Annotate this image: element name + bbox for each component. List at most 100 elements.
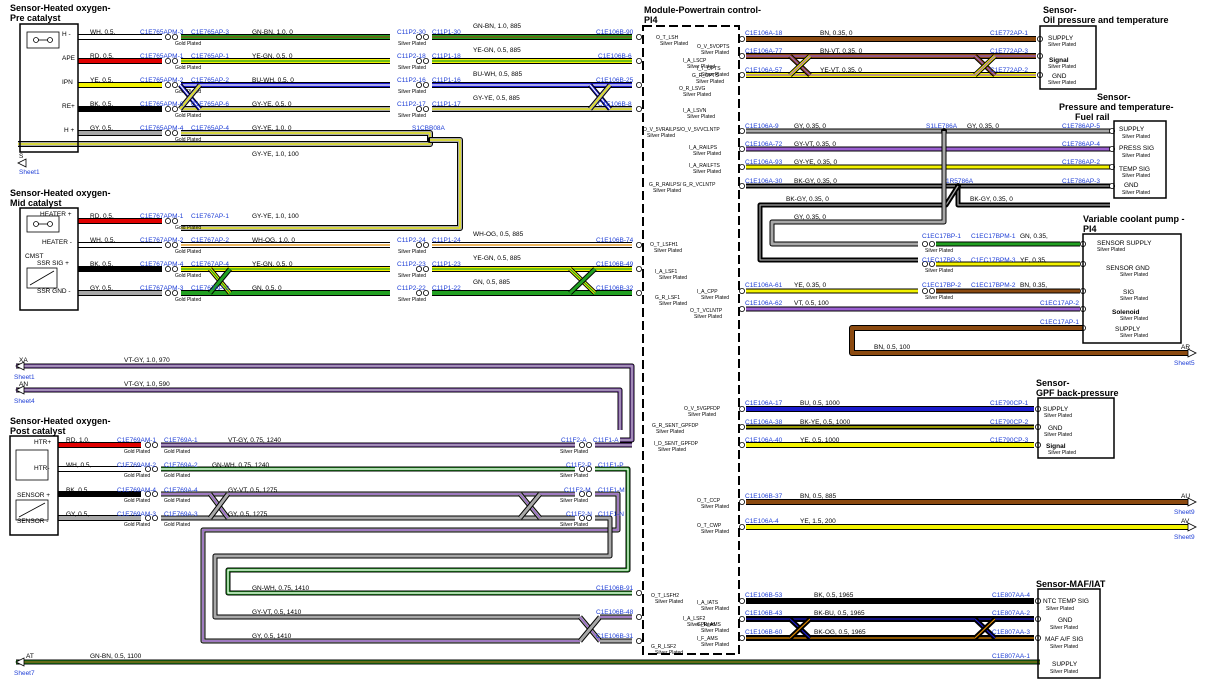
connector-label: C1EC17BP-2 (922, 282, 961, 289)
pin-connector (636, 34, 643, 41)
rail-pin-gnd: GND (1124, 182, 1139, 189)
connector-label: C1E106B-60 (745, 629, 783, 636)
wire-spec: GY-YE, 0.5, 0 (252, 101, 292, 108)
plating-label: Silver Plated (659, 275, 687, 281)
plating-label: Silver Plated (560, 473, 588, 479)
connector-label: C11P1-18 (432, 53, 461, 60)
connector-label: C1E769AM-1 (117, 437, 156, 444)
sheet-link-au[interactable]: Sheet9 (1174, 509, 1195, 516)
connector-label: C1E767APM-4 (140, 261, 184, 268)
pin-connector (922, 240, 929, 247)
ho2-post-title1: Sensor-Heated oxygen- (10, 416, 111, 426)
variable-coolant-pump: Variable coolant pump - PI4 SENSOR SUPPL… (1082, 214, 1185, 344)
plating-label: Silver Plated (1044, 432, 1072, 438)
plating-label: Silver Plated (398, 249, 426, 255)
connector-label: C1E807AA-1 (992, 653, 1030, 660)
plating-label: Silver Plated (696, 79, 724, 85)
connector-label: C1E765APM-2 (140, 77, 184, 84)
pin-connector (929, 287, 936, 294)
gpf-pin-gnd: GND (1048, 425, 1063, 432)
wire-spec: YE, 1.5, 200 (800, 518, 836, 525)
plating-label: Silver Plated (688, 412, 716, 418)
gpf-title2: GPF back-pressure (1036, 388, 1119, 398)
connector-label: C1E769A-3 (164, 511, 198, 518)
wire-spec: YE-GN, 0.5, 0 (252, 261, 293, 268)
ho2-post-pin-sensor-pos: SENSOR + (17, 492, 50, 499)
ho2-pre-pin-hpos: H + (64, 127, 75, 134)
wire-spec: GY, 0.5, (90, 125, 113, 132)
ho2-mid-title1: Sensor-Heated oxygen- (10, 188, 111, 198)
wire-spec: BK-YE, 0.5, 1000 (800, 419, 851, 426)
sheet-link-s[interactable]: Sheet1 (19, 169, 40, 176)
connector-label: C1E767APM-2 (140, 237, 184, 244)
plating-label: Silver Plated (560, 449, 588, 455)
wire-spec: BN-VT, 0.35, 0 (820, 48, 863, 55)
plating-label: Silver Plated (655, 650, 683, 656)
oil-title2: Oil pressure and temperature (1043, 15, 1169, 25)
maf-pin-supply: SUPPLY (1052, 661, 1078, 668)
wire-spec: BK-GY, 0.35, 0 (970, 196, 1013, 203)
ho2-post-pin-htr-pos: HTR+ (34, 439, 51, 446)
sheet-link-ar[interactable]: Sheet5 (1174, 360, 1195, 367)
connector-label: C1E765AP-3 (191, 29, 229, 36)
connector-label: C1E106A-4 (745, 518, 779, 525)
plating-label: Gold Plated (175, 249, 201, 255)
sheet-link-xa[interactable]: Sheet1 (14, 374, 35, 381)
connector-label: C1E106B-37 (745, 493, 783, 500)
connector-label: C11F2-M (564, 487, 591, 494)
pcm-title2: PI4 (644, 15, 658, 25)
rail-title2: Pressure and temperature- (1059, 102, 1174, 112)
wire-spec: BK-OG, 0.5, 1965 (814, 629, 866, 636)
plating-label: Silver Plated (656, 429, 684, 435)
wire-spec: GN-BN, 1.0, 0 (252, 29, 293, 36)
rail-title3: Fuel rail (1075, 112, 1110, 122)
connector-label: C1E767AP-4 (191, 261, 229, 268)
wire-outline (16, 363, 635, 443)
ho2-pre-title2: Pre catalyst (10, 13, 61, 23)
connector-label: C11P1-17 (432, 101, 461, 108)
connector-label: C1EC17BPM-1 (971, 233, 1016, 240)
plating-label: Silver Plated (1122, 190, 1150, 196)
connector-label: C11F1-P (598, 462, 624, 469)
ho2-pre-pin-re: RE+ (62, 103, 75, 110)
plating-label: Gold Plated (175, 273, 201, 279)
wire-spec: VT-GY, 0.75, 1240 (228, 437, 281, 444)
connector-label: C1E106A-9 (745, 123, 779, 130)
wire-spec: VT, 0.5, 100 (794, 300, 829, 307)
sheet-link-at[interactable]: Sheet7 (14, 670, 35, 677)
wire-spec: GN, 0.5, 885 (473, 279, 510, 286)
plating-label: Silver Plated (655, 599, 683, 605)
connector-label: C11F1-N (598, 511, 624, 518)
sheet-link-av[interactable]: Sheet9 (1174, 534, 1195, 541)
wire-spec: WH-OG, 1.0, 0 (252, 237, 295, 244)
splice-label: 1R5786A (946, 178, 974, 185)
coolant-pin-sensor-supply: SENSOR SUPPLY (1097, 240, 1152, 247)
plating-label: Silver Plated (1097, 247, 1125, 253)
pin-connector (739, 145, 746, 152)
connector-label: C1E106A-18 (745, 30, 783, 37)
plating-label: Silver Plated (683, 92, 711, 98)
connector-label: C1E765APM-4 (140, 125, 184, 132)
wire-spec: YE-GN, 0.5, 885 (473, 255, 521, 262)
pin-connector (739, 498, 746, 505)
connector-label: C1E106B-31 (596, 633, 634, 640)
rail-pin-temp: TEMP SIG (1119, 166, 1150, 173)
plating-label: Silver Plated (560, 498, 588, 504)
ho2-pre-pin-hneg: H - (62, 31, 71, 38)
plating-label: Silver Plated (694, 314, 722, 320)
plating-label: Silver Plated (701, 529, 729, 535)
wire-spec: BK-GY, 0.35, 0 (794, 178, 837, 185)
plating-label: Silver Plated (1044, 413, 1072, 419)
connector-label: C1E106A-38 (745, 419, 783, 426)
wire-spec: GY-VT, 0.5, 1275 (228, 487, 278, 494)
sheet-link-an[interactable]: Sheet4 (14, 398, 35, 405)
plating-label: Silver Plated (1050, 625, 1078, 631)
wire-spec: BK, 0.5, 1965 (814, 592, 854, 599)
wiring-diagram: Gold Plated Silver Plated Gold Plated Silve… (9, 3, 1197, 679)
plating-label: Silver Plated (398, 297, 426, 303)
plating-label: Gold Plated (175, 113, 201, 119)
connector-label: C1E106A-17 (745, 400, 783, 407)
pin-connector (636, 289, 643, 296)
plating-label: Silver Plated (659, 301, 687, 307)
wire-spec: WH-OG, 0.5, 885 (473, 231, 524, 238)
